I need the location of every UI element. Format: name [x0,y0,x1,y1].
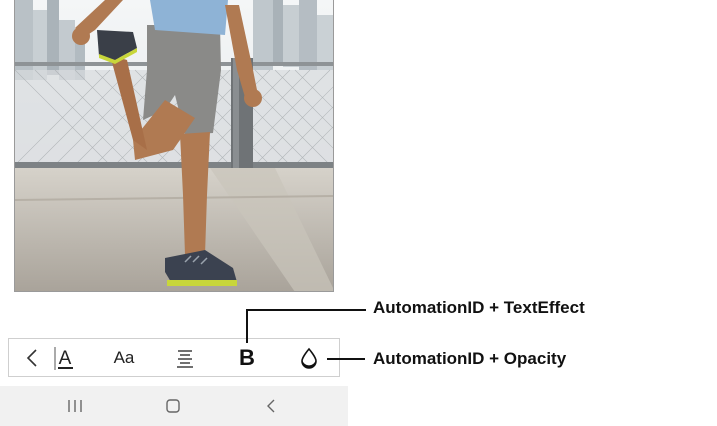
home-icon [166,399,180,413]
align-justify-icon [177,349,193,368]
recents-button[interactable] [60,386,90,426]
screenshot-stage: A Aa B AutomationID + TextEffect Automat… [0,0,717,426]
text-color-button[interactable]: A [49,339,81,376]
font-size-label: Aa [113,347,135,367]
chevron-left-icon [26,348,37,367]
phone-screen: A Aa B [0,0,348,426]
text-effect-callout: AutomationID + TextEffect [373,298,585,317]
text-effect-button[interactable]: B [231,339,263,376]
system-navigation-bar [0,386,348,426]
text-effect-callout-line-horizontal [246,309,366,311]
recents-icon [68,400,82,412]
opacity-callout-line [327,358,365,360]
editor-photo[interactable] [14,0,334,292]
home-button[interactable] [158,386,188,426]
text-color-icon: A [54,346,73,370]
opacity-drop-icon [301,347,317,369]
bold-icon: B [239,344,255,370]
system-back-button[interactable] [256,386,286,426]
opacity-callout: AutomationID + Opacity [373,349,567,368]
text-color-label: A [59,348,72,369]
back-chevron-icon [267,399,275,413]
alignment-button[interactable] [169,339,201,376]
opacity-button[interactable] [294,339,324,376]
text-editing-toolbar: A Aa B [8,338,340,377]
photo-illustration [15,0,333,291]
text-effect-callout-line-vertical [246,309,248,343]
back-chevron-button[interactable] [17,339,47,376]
font-size-button[interactable]: Aa [107,339,141,376]
